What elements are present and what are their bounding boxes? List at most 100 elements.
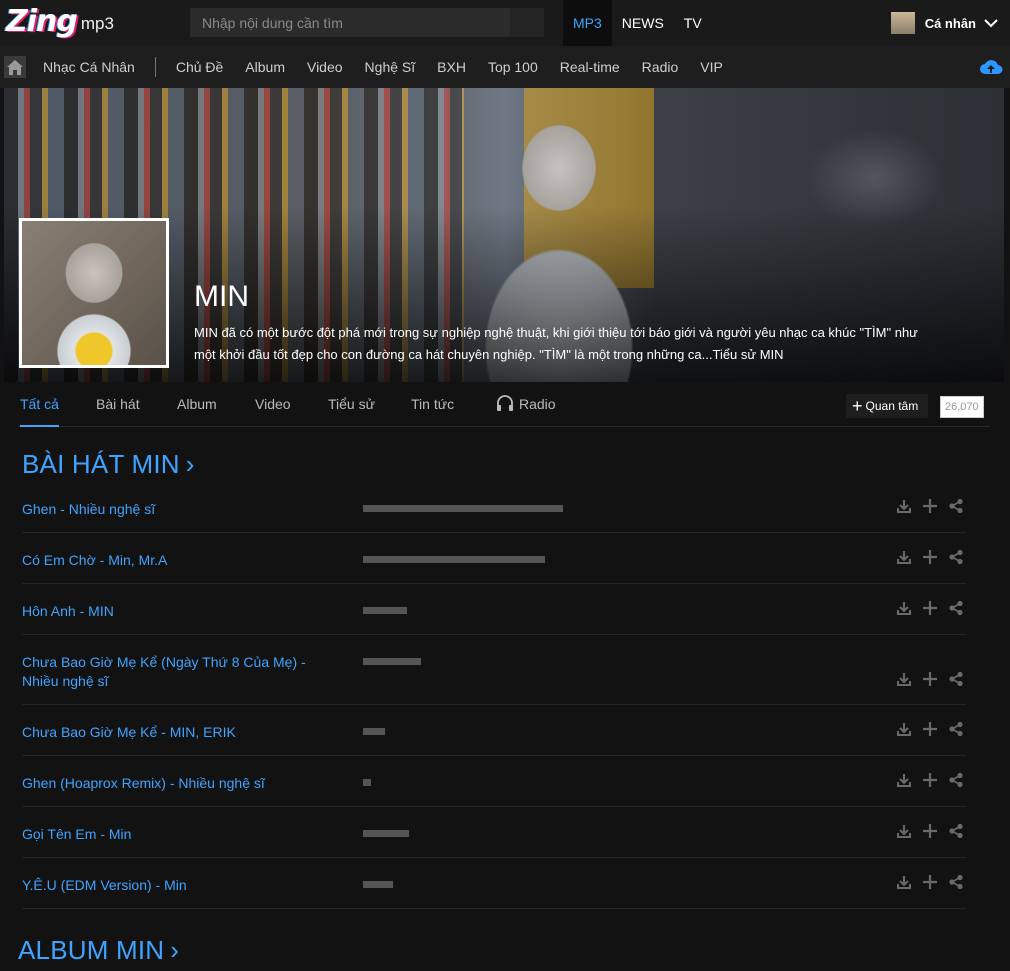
tab-biography[interactable]: Tiểu sử [328,383,375,426]
song-actions [896,823,966,843]
top-nav-news[interactable]: NEWS [612,0,674,46]
songs-section-title[interactable]: BÀI HÁT MIN › [22,449,195,480]
nav-vip[interactable]: VIP [689,46,734,88]
download-icon[interactable] [896,772,914,790]
download-icon[interactable] [896,671,914,689]
bio-link[interactable]: Tiểu sử MIN [712,347,783,362]
song-actions [896,549,966,569]
song-row[interactable]: Ghen - Nhiều nghệ sĩ [22,482,966,533]
home-icon[interactable] [4,56,26,78]
song-artist[interactable]: MIN, ERIK [170,724,236,740]
download-icon[interactable] [896,721,914,739]
song-artist[interactable]: Nhiều nghệ sĩ [22,673,108,689]
song-artist[interactable]: Min [164,877,187,893]
song-row[interactable]: Y.Ê.U (EDM Version) - Min [22,858,966,909]
popularity-bar [363,830,409,837]
song-title[interactable]: Y.Ê.U (EDM Version) [22,877,152,893]
bio-text: một khởi đầu tốt đẹp cho con đường ca há… [194,347,713,362]
plus-icon[interactable] [922,823,940,841]
nav-radio[interactable]: Radio [631,46,690,88]
tab-songs[interactable]: Bài hát [96,383,140,426]
download-icon[interactable] [896,600,914,618]
site-logo[interactable]: Zing mp3 [6,5,114,39]
share-icon[interactable] [948,772,966,790]
song-title[interactable]: Chưa Bao Giờ Mẹ Kể [22,724,157,740]
plus-icon[interactable] [922,498,940,516]
follower-count: 26,070 [940,396,984,418]
download-icon[interactable] [896,874,914,892]
song-title[interactable]: Chưa Bao Giờ Mẹ Kể (Ngày Thứ 8 Của Mẹ) [22,654,297,670]
song-title[interactable]: Ghen (Hoaprox Remix) [22,775,166,791]
share-icon[interactable] [948,874,966,892]
download-icon[interactable] [896,549,914,567]
song-artist[interactable]: Min [109,826,132,842]
tab-all[interactable]: Tất cả [20,383,59,427]
popularity-bar [363,779,371,786]
plus-icon[interactable] [922,671,940,689]
tab-video[interactable]: Video [255,383,291,426]
tab-album[interactable]: Album [177,383,217,426]
separator: - [95,552,109,568]
song-actions [896,721,966,741]
nav-artist[interactable]: Nghệ Sĩ [354,46,427,88]
plus-icon[interactable] [922,600,940,618]
top-nav: MP3 NEWS TV [563,0,712,46]
popularity-bar [363,607,407,614]
share-icon[interactable] [948,671,966,689]
nav-video[interactable]: Video [296,46,354,88]
chevron-down-icon[interactable] [984,18,998,28]
artist-tabs: Tất cả Bài hát Album Video Tiểu sử Tin t… [18,383,990,427]
separator: - [297,654,306,670]
song-artist[interactable]: Nhiều nghệ sĩ [178,775,264,791]
song-row[interactable]: Gọi Tên Em - Min [22,807,966,858]
user-menu[interactable]: Cá nhân [890,12,998,34]
song-row[interactable]: Ghen (Hoaprox Remix) - Nhiều nghệ sĩ [22,756,966,807]
song-row[interactable]: Chưa Bao Giờ Mẹ Kể (Ngày Thứ 8 Của Mẹ) -… [22,635,966,705]
cloud-upload-icon[interactable] [979,57,1003,77]
download-icon[interactable] [896,498,914,516]
tab-radio[interactable]: Radio [495,383,556,426]
song-title-line: Chưa Bao Giờ Mẹ Kể - MIN, ERIK [22,723,322,742]
share-icon[interactable] [948,823,966,841]
share-icon[interactable] [948,498,966,516]
separator: - [75,603,89,619]
song-artist[interactable]: Nhiều nghệ sĩ [69,501,155,517]
song-title[interactable]: Có Em Chờ [22,552,96,568]
search-button[interactable] [510,8,544,37]
song-row[interactable]: Có Em Chờ - Min, Mr.A [22,533,966,584]
search-input[interactable] [190,8,510,37]
user-label[interactable]: Cá nhân [925,16,976,31]
song-artist[interactable]: Min, Mr.A [108,552,167,568]
tab-news[interactable]: Tin tức [411,383,454,426]
nav-personal-music[interactable]: Nhạc Cá Nhân [32,46,146,88]
plus-icon[interactable] [922,772,940,790]
plus-icon[interactable] [922,721,940,739]
albums-section-title[interactable]: ALBUM MIN › [18,935,179,966]
download-icon[interactable] [896,823,914,841]
top-nav-tv[interactable]: TV [674,0,712,46]
nav-realtime[interactable]: Real-time [549,46,631,88]
separator: - [165,775,179,791]
chevron-right-icon: › [185,449,195,479]
follow-button[interactable]: + Quan tâm [846,394,929,418]
song-artist[interactable]: MIN [88,603,114,619]
song-row[interactable]: Chưa Bao Giờ Mẹ Kể - MIN, ERIK [22,705,966,756]
plus-icon[interactable] [922,549,940,567]
nav-chart[interactable]: BXH [426,46,477,88]
plus-icon[interactable] [922,874,940,892]
popularity-bar [363,728,385,735]
song-title[interactable]: Hôn Anh [22,603,76,619]
artist-avatar [19,218,169,368]
song-row[interactable]: Hôn Anh - MIN [22,584,966,635]
share-icon[interactable] [948,600,966,618]
top-nav-mp3[interactable]: MP3 [563,0,612,46]
share-icon[interactable] [948,721,966,739]
nav-album[interactable]: Album [234,46,296,88]
nav-topic[interactable]: Chủ Đề [165,46,234,88]
nav-top100[interactable]: Top 100 [477,46,549,88]
avatar[interactable] [890,12,915,34]
share-icon[interactable] [948,549,966,567]
popularity-bar [363,881,393,888]
song-title[interactable]: Ghen [22,501,56,517]
song-title[interactable]: Gọi Tên Em [22,826,96,842]
